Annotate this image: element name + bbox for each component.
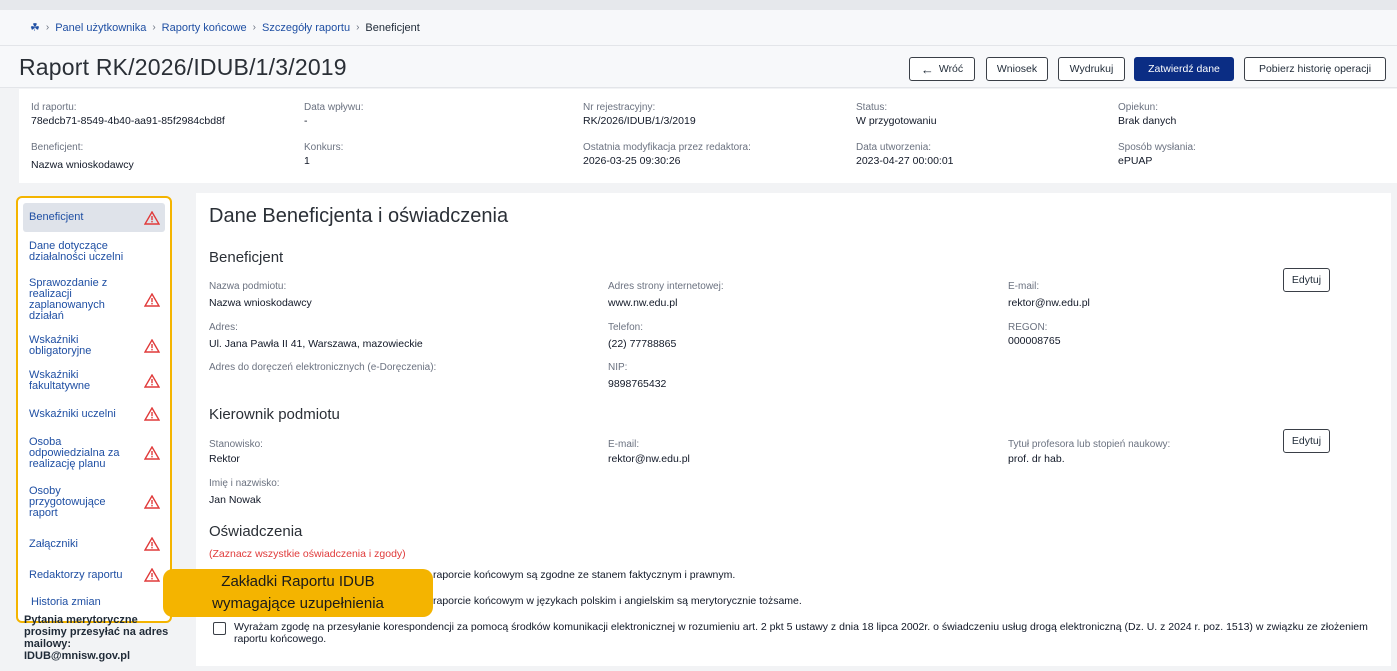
- report-tabs-sidebar: Beneficjent Dane dotyczące działalności …: [16, 196, 172, 623]
- sidebar-item-university-activity[interactable]: Dane dotyczące działalności uczelni: [23, 241, 165, 263]
- breadcrumb-current: Beneficjent: [365, 21, 420, 34]
- head-section-title: Kierownik podmiotu: [209, 406, 340, 423]
- breadcrumb-user-panel[interactable]: Panel użytkownika: [55, 22, 146, 34]
- declarations-hint: (Zaznacz wszystkie oświadczenia i zgody): [209, 548, 406, 560]
- edit-head-button[interactable]: Edytuj: [1283, 429, 1330, 453]
- send-mode: Sposób wysłania: ePUAP: [1118, 142, 1196, 167]
- beneficiary-phone: Telefon: (22) 77788865: [608, 322, 677, 350]
- breadcrumb-separator: ›: [252, 22, 257, 33]
- warning-icon: [144, 537, 160, 551]
- sidebar-item-university-indicators[interactable]: Wskaźniki uczelni: [23, 406, 165, 422]
- sidebar-item-beneficiary[interactable]: Beneficjent: [23, 203, 165, 232]
- print-button[interactable]: Wydrukuj: [1058, 57, 1125, 81]
- declarations-section-title: Oświadczenia: [209, 523, 303, 540]
- page-title: Raport RK/2026/IDUB/1/3/2019: [19, 54, 347, 80]
- beneficiary-section-title: Beneficjent: [209, 249, 284, 266]
- page-header: Raport RK/2026/IDUB/1/3/2019 ← Wróć Wnio…: [0, 46, 1397, 88]
- back-button-label: Wróć: [938, 63, 964, 75]
- incomplete-tabs-callout: Zakładki Raportu IDUB wymagające uzupełn…: [163, 569, 433, 617]
- warning-icon: [144, 568, 160, 582]
- change-history-link[interactable]: Historia zmian: [31, 596, 101, 608]
- received-date: Data wpływu: -: [304, 102, 364, 127]
- creation-date: Data utworzenia: 2023-04-27 00:00:01: [856, 142, 954, 167]
- beneficiary-regon: REGON: 000008765: [1008, 322, 1061, 347]
- sidebar-item-responsible-person[interactable]: Osoba odpowiedzialna za realizację planu: [23, 436, 165, 470]
- breadcrumb-separator: ›: [45, 22, 50, 33]
- keeper: Opiekun: Brak danych: [1118, 102, 1177, 127]
- head-degree: Tytuł profesora lub stopień naukowy: pro…: [1008, 439, 1171, 465]
- contest: Konkurs: 1: [304, 142, 344, 167]
- warning-icon: [144, 210, 160, 225]
- warning-icon: [144, 339, 160, 353]
- sidebar-item-attachments[interactable]: Załączniki: [23, 536, 165, 552]
- callout-line-2: wymagające uzupełnienia: [212, 595, 384, 612]
- section-main-title: Dane Beneficjenta i oświadczenia: [209, 205, 509, 227]
- sidebar-item-report-preparers[interactable]: Osoby przygotowujące raport: [23, 485, 165, 519]
- breadcrumb-report-details[interactable]: Szczegóły raportu: [262, 22, 350, 34]
- head-email: E-mail: rektor@nw.edu.pl: [608, 439, 690, 465]
- warning-icon: [144, 407, 160, 421]
- warning-icon: [144, 293, 160, 307]
- beneficiary-name: Nazwa podmiotu: Nazwa wnioskodawcy: [209, 281, 312, 309]
- application-button[interactable]: Wniosek: [986, 57, 1048, 81]
- declaration-3: Wyrażam zgodę na przesyłanie koresponden…: [213, 621, 1374, 645]
- declaration-1-text: raporcie końcowym są zgodne ze stanem fa…: [433, 569, 736, 581]
- arrow-left-icon: ←: [920, 61, 934, 77]
- warning-icon: [144, 495, 160, 509]
- report-info-panel: Id raportu: 78edcb71-8549-4b40-aa91-85f2…: [19, 89, 1397, 183]
- registration-number: Nr rejestracyjny: RK/2026/IDUB/1/3/2019: [583, 102, 696, 127]
- sidebar-item-report-editors[interactable]: Redaktorzy raportu: [23, 567, 165, 583]
- edit-beneficiary-button[interactable]: Edytuj: [1283, 268, 1330, 292]
- beneficiary-nip: NIP: 9898765432: [608, 362, 667, 390]
- breadcrumb: ☘ › Panel użytkownika › Raporty końcowe …: [0, 10, 1397, 46]
- home-icon[interactable]: ☘: [30, 21, 40, 34]
- sidebar-item-optional-indicators[interactable]: Wskaźniki fakultatywne: [23, 370, 165, 392]
- head-full-name: Imię i nazwisko: Jan Nowak: [209, 478, 280, 506]
- report-id: Id raportu: 78edcb71-8549-4b40-aa91-85f2…: [31, 102, 225, 127]
- back-button[interactable]: ← Wróć: [909, 57, 975, 81]
- sidebar-item-planned-activities-report[interactable]: Sprawozdanie z realizacji zaplanowanych …: [23, 278, 165, 322]
- top-frame: [0, 0, 1397, 10]
- declaration-3-text: Wyrażam zgodę na przesyłanie koresponden…: [234, 621, 1368, 645]
- status: Status: W przygotowaniu: [856, 102, 937, 127]
- beneficiary: Beneficjent: Nazwa wnioskodawcy: [31, 142, 134, 171]
- warning-icon: [144, 446, 160, 460]
- beneficiary-website: Adres strony internetowej: www.nw.edu.pl: [608, 281, 724, 309]
- declaration-3-checkbox[interactable]: [213, 622, 226, 635]
- declaration-2-text: raporcie końcowym w językach polskim i a…: [433, 595, 802, 607]
- sidebar-item-mandatory-indicators[interactable]: Wskaźniki obligatoryjne: [23, 335, 165, 357]
- warning-icon: [144, 374, 160, 388]
- breadcrumb-separator: ›: [356, 22, 360, 33]
- beneficiary-address: Adres: Ul. Jana Pawła II 41, Warszawa, m…: [209, 322, 423, 350]
- download-history-button[interactable]: Pobierz historię operacji: [1244, 57, 1386, 81]
- approve-data-button[interactable]: Zatwierdź dane: [1134, 57, 1234, 81]
- contact-mail-note: Pytania merytoryczne prosimy przesyłać n…: [24, 614, 169, 662]
- beneficiary-email: E-mail: rektor@nw.edu.pl: [1008, 281, 1090, 309]
- last-modification: Ostatnia modyfikacja przez redaktora: 20…: [583, 142, 751, 167]
- breadcrumb-final-reports[interactable]: Raporty końcowe: [162, 22, 247, 34]
- beneficiary-edelivery: Adres do doręczeń elektronicznych (e-Dor…: [209, 362, 437, 373]
- callout-line-1: Zakładki Raportu IDUB: [221, 573, 375, 590]
- head-position: Stanowisko: Rektor: [209, 439, 263, 465]
- breadcrumb-separator: ›: [152, 22, 156, 33]
